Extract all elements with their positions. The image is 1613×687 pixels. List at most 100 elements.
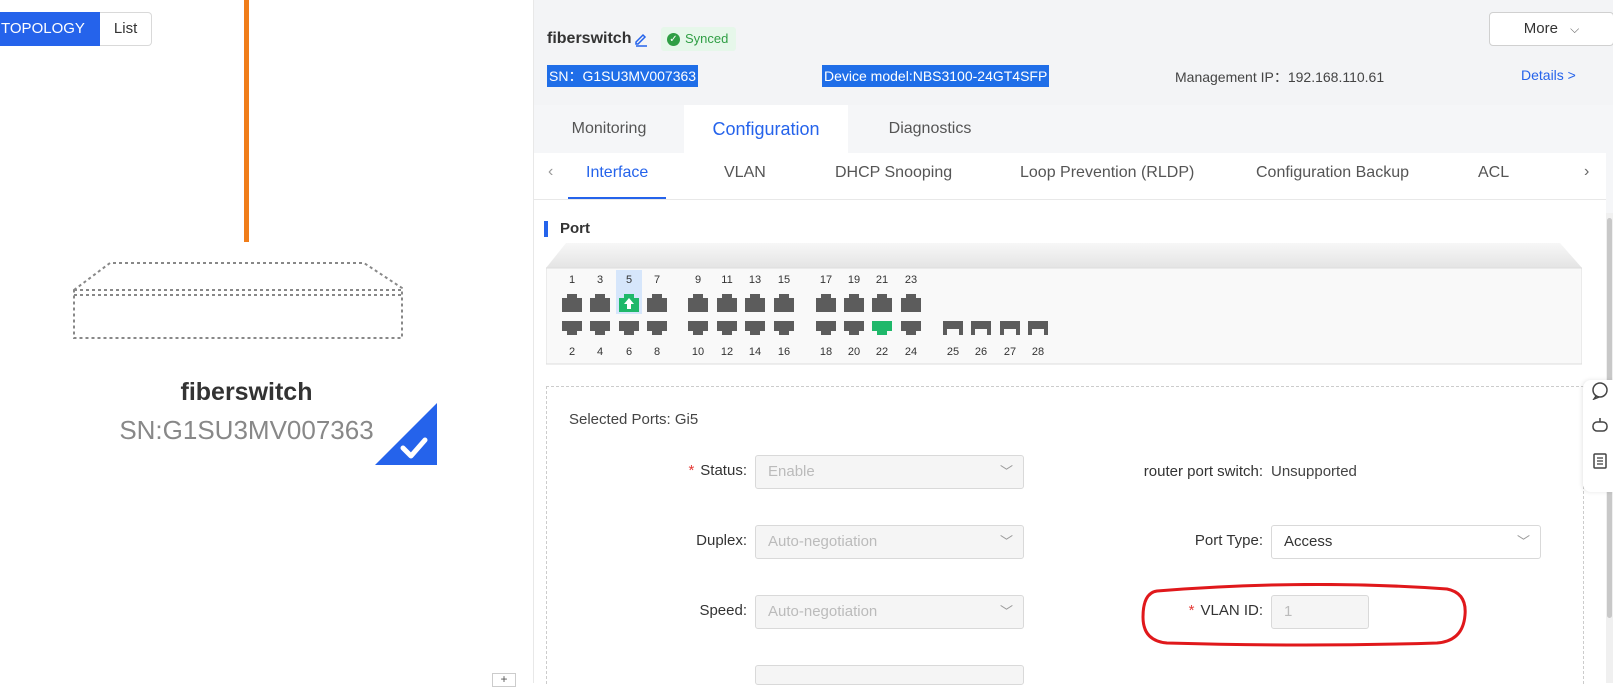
subtab-dhcp-snooping[interactable]: DHCP Snooping (835, 153, 952, 197)
edit-icon[interactable] (633, 31, 649, 47)
topology-panel: TOPOLOGY List fiberswitch SN:G1SU3MV0073… (0, 0, 534, 683)
port-11[interactable] (717, 294, 737, 312)
port-20[interactable] (844, 321, 864, 335)
port-15[interactable] (774, 294, 794, 312)
port-7[interactable] (647, 294, 667, 312)
port-6[interactable] (619, 321, 639, 335)
chevron-left-icon[interactable]: ‹ (548, 163, 553, 181)
device-detail-panel: fiberswitch ✓ Synced More ⌵ SN：G1SU3MV00… (534, 0, 1613, 685)
port-10[interactable] (688, 321, 708, 335)
router-port-switch-value: Unsupported (1271, 463, 1357, 480)
port-4[interactable] (590, 321, 610, 335)
device-outline-icon[interactable] (72, 260, 408, 344)
port-type-select[interactable]: Access ﹀ (1271, 525, 1541, 559)
view-toggle: TOPOLOGY List (0, 12, 153, 46)
device-header: fiberswitch ✓ Synced More ⌵ SN：G1SU3MV00… (534, 0, 1613, 105)
port-13[interactable] (745, 294, 765, 312)
port-number-label: 3 (597, 274, 603, 286)
speed-select[interactable]: Auto-negotiation ﹀ (755, 595, 1024, 629)
port-2[interactable] (562, 321, 582, 335)
sync-status-text: Synced (685, 31, 729, 46)
port-number-label: 24 (905, 346, 917, 358)
port-24[interactable] (901, 321, 921, 335)
port-number-label: 10 (692, 346, 704, 358)
device-title: fiberswitch (547, 30, 632, 47)
port-number-label: 8 (654, 346, 660, 358)
chevron-right-icon[interactable]: › (1584, 163, 1589, 181)
port-number-label: 2 (569, 346, 575, 358)
port-number-label: 17 (820, 274, 832, 286)
port-config-form: Selected Ports: Gi5 * Status: Enable ﹀ Du… (546, 386, 1584, 685)
port-14[interactable] (745, 321, 765, 335)
next-field-select[interactable] (755, 665, 1024, 685)
router-port-switch-label: router port switch: (1143, 463, 1263, 480)
chevron-down-icon: ﹀ (999, 534, 1013, 549)
port-21[interactable] (872, 294, 892, 312)
main-tabs: Monitoring Configuration Diagnostics (534, 105, 1613, 153)
port-number-label: 22 (876, 346, 888, 358)
port-number-label: 25 (947, 346, 959, 358)
management-ip: Management IP：192.168.110.61 (1175, 69, 1385, 85)
subtab-acl[interactable]: ACL (1478, 153, 1509, 197)
tab-configuration[interactable]: Configuration (684, 105, 848, 153)
port-1[interactable] (562, 294, 582, 312)
status-select-value: Enable (768, 463, 815, 480)
chat-icon[interactable] (1591, 382, 1609, 401)
tab-monitoring[interactable]: Monitoring (534, 105, 684, 153)
port-8[interactable] (647, 321, 667, 335)
side-toolbar (1583, 380, 1613, 492)
port-number-label: 16 (778, 346, 790, 358)
port-number-label: 19 (848, 274, 860, 286)
details-link[interactable]: Details > (1521, 67, 1576, 83)
port-18[interactable] (816, 321, 836, 335)
sfp-port-28[interactable] (1028, 321, 1048, 335)
subtab-loop-prevention[interactable]: Loop Prevention (RLDP) (1020, 153, 1194, 197)
tab-diagnostics[interactable]: Diagnostics (848, 105, 1012, 153)
serial-number: SN：G1SU3MV007363 (547, 65, 699, 87)
device-model: Device model:NBS3100-24GT4SFP (822, 65, 1050, 87)
chevron-down-icon: ﹀ (999, 464, 1013, 479)
sub-tabs: ‹ Interface VLAN DHCP Snooping Loop Prev… (534, 153, 1606, 200)
tab-list[interactable]: List (99, 12, 153, 46)
chevron-down-icon: ﹀ (999, 604, 1013, 619)
port-3[interactable] (590, 294, 610, 312)
port-section-title: Port (544, 221, 590, 237)
port-9[interactable] (688, 294, 708, 312)
subtab-interface[interactable]: Interface (568, 153, 667, 199)
speed-select-value: Auto-negotiation (768, 603, 878, 620)
document-icon[interactable] (1591, 452, 1609, 470)
configuration-content: ‹ Interface VLAN DHCP Snooping Loop Prev… (534, 153, 1606, 685)
tab-topology[interactable]: TOPOLOGY (0, 12, 100, 46)
port-23[interactable] (901, 294, 921, 312)
subtab-config-backup[interactable]: Configuration Backup (1256, 153, 1409, 197)
more-button[interactable]: More ⌵ (1489, 12, 1613, 46)
more-button-label: More (1523, 20, 1558, 37)
chevron-down-icon: ﹀ (1516, 534, 1530, 549)
duplex-label: Duplex: (696, 532, 747, 549)
sfp-port-25[interactable] (943, 321, 963, 335)
port-number-label: 21 (876, 274, 888, 286)
port-19[interactable] (844, 294, 864, 312)
port-number-label: 4 (597, 346, 603, 358)
selected-check-icon (375, 403, 437, 465)
ports-layer: 1 3 5 7 9 11 13 15 17 19 21 232 4 6 8 10 12 14 16 18 20 22 24 2… (562, 270, 1048, 358)
assistant-icon[interactable] (1591, 416, 1609, 434)
port-number-label: 27 (1004, 346, 1016, 358)
subtab-vlan[interactable]: VLAN (724, 153, 766, 197)
status-label: * Status: (688, 462, 747, 479)
zoom-control[interactable]: + (492, 673, 516, 687)
speed-label: Speed: (699, 602, 747, 619)
port-17[interactable] (816, 294, 836, 312)
port-16[interactable] (774, 321, 794, 335)
sfp-port-26[interactable] (971, 321, 991, 335)
port-22[interactable] (872, 321, 892, 335)
port-12[interactable] (717, 321, 737, 335)
required-mark: * (688, 462, 695, 479)
topology-link-line (244, 0, 249, 242)
port-number-label: 6 (626, 346, 632, 358)
status-select[interactable]: Enable ﹀ (755, 455, 1024, 489)
duplex-select[interactable]: Auto-negotiation ﹀ (755, 525, 1024, 559)
port-number-label: 9 (695, 274, 701, 286)
port-type-label: Port Type: (1194, 532, 1263, 549)
sfp-port-27[interactable] (1000, 321, 1020, 335)
